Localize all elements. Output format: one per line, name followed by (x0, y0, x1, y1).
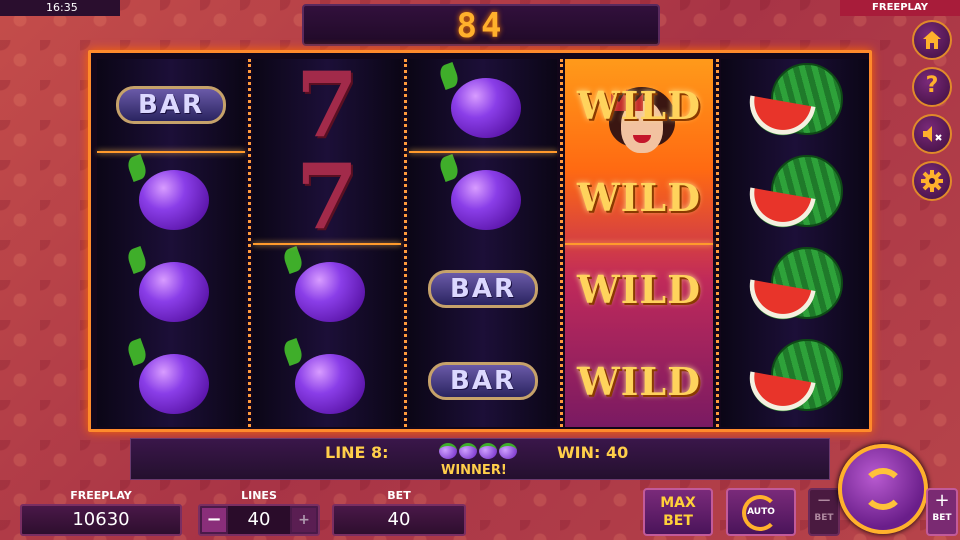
settings-button[interactable] (912, 161, 952, 201)
reel-separator (560, 59, 564, 427)
sound-button[interactable] (912, 114, 952, 154)
plum-symbol (97, 151, 245, 243)
plum-icon (439, 443, 457, 459)
win-info-bar: LINE 8: WIN: 40 WINNER! (130, 438, 830, 480)
bar-symbol: BAR (409, 335, 557, 427)
lines-stepper: − 40 + (198, 504, 320, 536)
bet-display: 40 (332, 504, 466, 536)
watermelon-symbol (721, 335, 869, 427)
bet-decrease-label: BET (814, 513, 834, 523)
reel-separator (404, 59, 408, 427)
max-bet-button[interactable]: MAX BET (643, 488, 713, 536)
wild-symbol: WILD (576, 82, 702, 128)
watermelon-symbol (721, 59, 869, 151)
reel-separator (716, 59, 720, 427)
plum-symbol (409, 59, 557, 151)
balance-display: 10630 (20, 504, 182, 536)
win-counter: 84 (302, 4, 660, 46)
spin-button[interactable] (838, 444, 928, 534)
help-icon: ? (925, 73, 939, 98)
payline-segment (253, 243, 401, 245)
reel-1: BAR (97, 59, 245, 427)
wild-symbol: WILD (576, 266, 702, 312)
max-bet-label-line2: BET (663, 513, 693, 529)
plum-symbol (97, 335, 245, 427)
lines-value: 40 (228, 506, 290, 534)
bar-symbol: BAR (97, 59, 245, 151)
bet-increase-button[interactable]: + BET (926, 488, 958, 536)
watermelon-symbol (721, 243, 869, 335)
plum-icon (479, 443, 497, 459)
autoplay-button[interactable]: AUTO (726, 488, 796, 536)
line-label: LINE 8: (325, 443, 389, 462)
plum-symbol (97, 243, 245, 335)
reel-separator (248, 59, 252, 427)
seven-symbol: 7 (295, 52, 359, 158)
bar-symbol: BAR (409, 243, 557, 335)
winning-symbols (439, 443, 517, 459)
payline-segment (409, 151, 557, 153)
spin-arrows-icon (862, 468, 904, 510)
home-button[interactable] (912, 20, 952, 60)
plus-icon: + (934, 490, 950, 511)
home-icon (923, 31, 941, 49)
clock: 16:35 (0, 0, 120, 16)
mode-indicator: FREEPLAY (840, 0, 960, 16)
plum-icon (499, 443, 517, 459)
speaker-muted-icon (923, 126, 942, 142)
plum-symbol (409, 151, 557, 243)
line-win-label: WIN: 40 (557, 443, 629, 462)
reel-3: BAR BAR (409, 59, 557, 427)
autoplay-label: AUTO (747, 507, 775, 517)
payline-segment (97, 151, 245, 153)
lines-label: LINES (241, 489, 277, 502)
bet-decrease-button[interactable]: − BET (808, 488, 840, 536)
winner-label: WINNER! (441, 463, 507, 478)
wild-symbol: WILD (576, 174, 702, 220)
reel-5 (721, 59, 869, 427)
payline-segment (565, 243, 713, 245)
help-button[interactable]: ? (912, 67, 952, 107)
freeplay-label: FREEPLAY (70, 489, 132, 502)
reel-frame: BAR 7 7 BAR BAR WILD WILD WILD WILD (88, 50, 872, 432)
lines-increase-button[interactable]: + (292, 508, 316, 532)
bet-label: BET (387, 489, 411, 502)
gear-icon (921, 170, 943, 192)
watermelon-symbol (721, 151, 869, 243)
plum-icon (459, 443, 477, 459)
seven-symbol: 7 (295, 144, 359, 250)
plum-symbol (253, 335, 401, 427)
wild-symbol: WILD (576, 358, 702, 404)
max-bet-label-line1: MAX (660, 495, 696, 511)
minus-icon: − (816, 490, 832, 511)
bet-increase-label: BET (932, 513, 952, 523)
plum-symbol (253, 243, 401, 335)
lines-decrease-button[interactable]: − (202, 508, 226, 532)
